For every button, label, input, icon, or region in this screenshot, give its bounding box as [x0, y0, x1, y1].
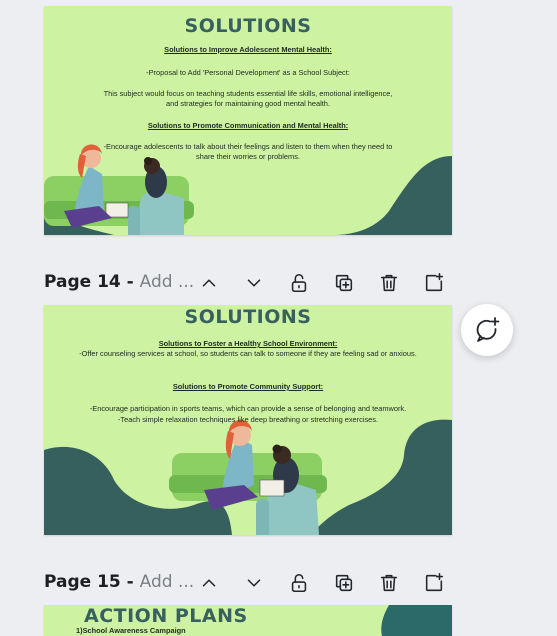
page-15-toolbar: Page 15 - Add ...	[44, 568, 464, 598]
trash-icon	[380, 274, 398, 292]
slide-heading: Solutions to Foster a Healthy School Env…	[158, 339, 338, 348]
add-page-button[interactable]	[419, 268, 449, 298]
slide-14-thumbnail[interactable]: SOLUTIONS Solutions to Foster a Healthy …	[44, 305, 452, 535]
slide-text: -Proposal to Add 'Personal Development' …	[146, 68, 350, 77]
slide-text: -Encourage participation in sports teams…	[89, 404, 407, 413]
duplicate-page-button[interactable]	[329, 268, 359, 298]
lock-page-button[interactable]	[284, 268, 314, 298]
add-page-icon	[425, 273, 444, 292]
page-title-input[interactable]: Add ...	[140, 272, 195, 292]
move-page-up-button[interactable]	[194, 568, 224, 598]
chevron-down-icon	[247, 279, 261, 287]
delete-page-button[interactable]	[374, 268, 404, 298]
slide-text: -Teach simple relaxation techniques like…	[117, 415, 379, 424]
duplicate-page-button[interactable]	[329, 568, 359, 598]
lock-page-button[interactable]	[284, 568, 314, 598]
page-15-label[interactable]: Page 15 - Add ...	[44, 572, 194, 592]
slide-text: -Encourage adolescents to talk about the…	[103, 142, 393, 151]
slide-heading: Solutions to Promote Community Support:	[172, 382, 324, 391]
add-comment-icon	[476, 317, 500, 342]
slide-text: This subject would focus on teaching stu…	[103, 89, 393, 98]
trash-icon	[380, 574, 398, 592]
slide-13-thumbnail[interactable]: SOLUTIONS Solutions to Improve Adolescen…	[44, 6, 452, 235]
slide-title: SOLUTIONS	[184, 306, 312, 328]
chevron-down-icon	[247, 579, 261, 587]
add-page-button[interactable]	[419, 568, 449, 598]
slide-title: ACTION PLANS	[84, 605, 248, 627]
page-14-label[interactable]: Page 14 - Add ...	[44, 272, 194, 292]
slide-text: share their worries or problems.	[196, 152, 300, 161]
slide-text: 1)School Awareness Campaign	[76, 626, 186, 635]
move-page-up-button[interactable]	[194, 268, 224, 298]
move-page-down-button[interactable]	[239, 268, 269, 298]
page-number: Page 14	[44, 272, 121, 292]
add-page-icon	[425, 573, 444, 592]
slide-text: -Offer counseling services at school, so…	[79, 349, 417, 358]
page-title-input[interactable]: Add ...	[140, 572, 195, 592]
page-14-toolbar: Page 14 - Add ...	[44, 268, 464, 298]
page-separator: -	[120, 272, 140, 292]
lock-icon	[291, 573, 307, 593]
slide-15-thumbnail[interactable]: ACTION PLANS 1)School Awareness Campaign	[44, 605, 452, 636]
move-page-down-button[interactable]	[239, 568, 269, 598]
page-separator: -	[120, 572, 140, 592]
delete-page-button[interactable]	[374, 568, 404, 598]
slide-heading: Solutions to Improve Adolescent Mental H…	[164, 45, 332, 54]
duplicate-icon	[335, 574, 353, 592]
chevron-up-icon	[202, 579, 216, 587]
slide-heading: Solutions to Promote Communication and M…	[147, 121, 349, 130]
slide-text: and strategies for maintaining good ment…	[166, 99, 330, 108]
duplicate-icon	[335, 274, 353, 292]
lock-icon	[291, 273, 307, 293]
page-number: Page 15	[44, 572, 121, 592]
chevron-up-icon	[202, 279, 216, 287]
add-comment-button[interactable]	[461, 304, 513, 356]
slide-title: SOLUTIONS	[184, 15, 312, 37]
